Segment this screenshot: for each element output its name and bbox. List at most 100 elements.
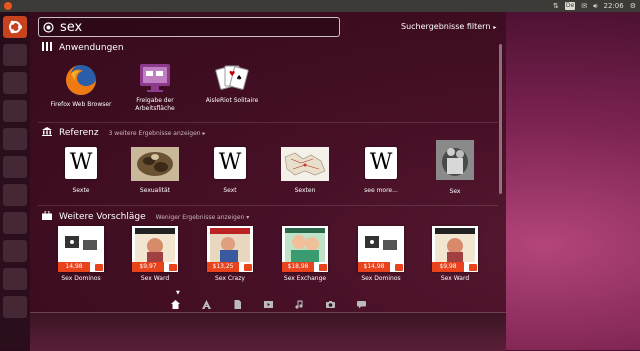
divider [38,122,498,123]
workspaces-launcher-icon[interactable] [3,268,27,290]
amazon-launcher-icon[interactable] [3,212,27,234]
files-launcher-icon[interactable] [3,44,27,66]
price-tag: $9,98 [432,262,464,272]
result-tile[interactable]: W Sexte [44,147,118,195]
product-thumbnail: 14,98 [58,226,104,272]
result-tile[interactable]: W see more... [344,147,418,195]
tile-label: Sex Ward [440,275,470,282]
indicator-area: ⇅ De ✉ 🔊︎ 22:06 ⚙ [553,0,636,12]
category-title: Anwendungen [59,43,124,53]
wikipedia-icon: W [365,147,397,179]
tile-label: see more... [364,187,398,194]
tile-label: Sext [223,187,237,194]
volume-icon[interactable]: 🔊︎ [593,2,597,11]
top-panel: ⇅ De ✉ 🔊︎ 22:06 ⚙ [0,0,640,12]
price-tag: 14,98 [58,262,90,272]
tile-label: Sex Dominos [361,275,401,282]
settings-launcher-icon[interactable] [3,240,27,262]
svg-text:♠: ♠ [236,74,242,82]
dash-home-button[interactable] [3,16,27,38]
tile-label: Sex [449,188,461,195]
statue-photo [436,140,474,180]
result-tile[interactable]: Sex [418,140,492,196]
shop-result-tile[interactable]: $18,98 Sex Exchange [268,226,342,283]
tile-label: Firefox Web Browser [50,101,112,108]
product-thumbnail: $13,25 [207,226,253,272]
fewer-results-label: Weniger Ergebnisse anzeigen [155,214,245,221]
result-tile[interactable]: Sexualität [118,147,192,195]
price-tag: $18,98 [282,262,314,272]
tile-label: Sex Dominos [61,275,101,282]
trash-launcher-icon[interactable] [3,296,27,318]
result-tile[interactable]: Sexten [268,147,342,195]
cart-icon [169,264,177,271]
cart-icon [95,264,103,271]
more-results-label: 3 weitere Ergebnisse anzeigen [108,130,201,137]
ubuntu-logo-icon[interactable] [4,2,12,10]
result-tile[interactable]: Firefox Web Browser [44,62,118,109]
chevron-right-icon: ▸ [493,24,497,31]
keyboard-layout-indicator[interactable]: De [564,2,576,10]
price-tag: $9,97 [132,262,164,272]
category-header-more-suggestions[interactable]: Weitere Vorschläge Weniger Ergebnisse an… [42,210,249,222]
category-header-reference[interactable]: Referenz 3 weitere Ergebnisse anzeigen ▸ [42,126,206,138]
launcher [0,12,30,350]
product-thumbnail: $9,97 [132,226,178,272]
tile-label: AisleRiot Solitaire [205,97,259,104]
calc-launcher-icon[interactable] [3,128,27,150]
cart-icon [395,264,403,271]
tile-label: Sex Crazy [215,275,245,282]
divider [38,205,498,206]
product-thumbnail: $18,98 [282,226,328,272]
mail-icon[interactable]: ✉ [581,2,587,10]
clock[interactable]: 22:06 [604,2,624,10]
music-lens-icon[interactable] [284,297,315,311]
shop-result-tile[interactable]: 14,98 Sex Dominos [44,226,118,283]
tile-label: Sex Exchange [283,275,327,282]
wikipedia-icon: W [65,147,97,179]
tile-label: Sexte [72,187,90,194]
software-center-launcher-icon[interactable] [3,184,27,206]
power-gear-icon[interactable]: ⚙ [630,2,636,10]
shop-result-tile[interactable]: $9,98 Sex Ward [418,226,492,283]
result-tile[interactable]: ♥ ♠ AisleRiot Solitaire [195,62,269,105]
shop-result-tile[interactable]: $13,25 Sex Crazy [193,226,267,283]
category-title: Referenz [59,128,99,138]
ubuntu-logo-icon [9,20,22,34]
result-tile[interactable]: W Sext [193,147,267,195]
shop-result-tile[interactable]: $9,97 Sex Ward [118,226,192,283]
chevron-down-icon: ▾ [246,214,250,221]
more-results-link[interactable]: 3 weitere Ergebnisse anzeigen ▸ [109,130,206,137]
price-tag: $13,25 [207,262,239,272]
search-field[interactable]: sex [38,17,340,37]
applications-category-icon [42,42,52,51]
svg-text:♥: ♥ [229,70,235,78]
filter-results-button[interactable]: Suchergebnisse filtern ▸ [401,22,496,31]
clear-search-icon[interactable] [43,22,54,33]
photos-lens-icon[interactable] [315,297,346,311]
cart-icon [244,264,252,271]
result-tile[interactable]: Freigabe der Arbeitsfläche [118,62,192,113]
shopping-bag-icon [42,211,52,220]
product-thumbnail: $9,98 [432,226,478,272]
applications-lens-icon[interactable] [191,297,222,311]
network-updown-icon[interactable]: ⇅ [553,2,559,10]
results-scrollbar[interactable] [499,44,502,194]
tile-label: Freigabe der Arbeitsfläche [135,97,175,112]
filter-results-label: Suchergebnisse filtern [401,22,491,31]
shop-result-tile[interactable]: $14,98 Sex Dominos [344,226,418,283]
wikipedia-icon: W [214,147,246,179]
tile-label: Sexualität [139,187,171,194]
social-lens-icon[interactable] [346,297,377,311]
category-header-applications[interactable]: Anwendungen [42,41,124,53]
firefox-launcher-icon[interactable] [3,72,27,94]
solitaire-cards-icon: ♥ ♠ [214,62,250,94]
search-input[interactable]: sex [60,20,82,36]
writer-launcher-icon[interactable] [3,100,27,122]
fewer-results-link[interactable]: Weniger Ergebnisse anzeigen ▾ [156,214,250,221]
video-lens-icon[interactable] [253,297,284,311]
files-lens-icon[interactable] [222,297,253,311]
home-lens-icon[interactable] [160,297,191,311]
impress-launcher-icon[interactable] [3,156,27,178]
desktop-sharing-icon [137,62,173,94]
